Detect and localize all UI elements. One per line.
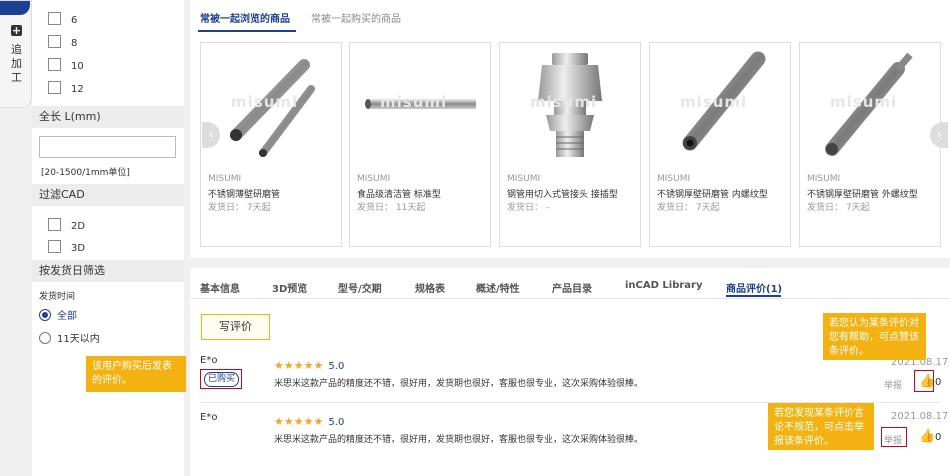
radio[interactable] [39, 332, 51, 344]
cad-section-title: 过滤CAD [32, 184, 184, 206]
plus-icon: + [11, 24, 22, 37]
product-image: misumi [650, 43, 790, 163]
checkbox[interactable] [48, 218, 61, 231]
tip-report: 若您发现某条评价言论不规范，可点击举报该条评价。 [768, 403, 874, 450]
length-hint: [20-1500/1mm单位] [41, 168, 130, 178]
active-tab-underline [198, 30, 296, 32]
side-tab-extra-processing[interactable]: + 追加工 [0, 0, 32, 108]
checkbox[interactable] [48, 81, 61, 94]
radio-selected[interactable] [39, 309, 51, 321]
highlight-like-button [914, 370, 934, 392]
thumbs-up-icon[interactable]: 👍 [919, 429, 935, 444]
tab-catalog[interactable]: 产品目录 [552, 280, 592, 295]
filter-panel: 6 8 10 12 全长 L(mm) [20-1500/1mm单位] 过滤CAD… [32, 0, 184, 476]
size-option-10[interactable]: 10 [48, 58, 84, 72]
size-option-6[interactable]: 6 [48, 12, 77, 26]
highlight-purchased-badge [200, 369, 242, 389]
checkbox[interactable] [48, 240, 61, 253]
write-review-button[interactable]: 写评价 [201, 314, 270, 340]
review-date: 2021.08.17 [891, 411, 949, 422]
ship-option-all[interactable]: 全部 [39, 307, 77, 322]
checkbox[interactable] [48, 12, 61, 25]
tab-viewed-together[interactable]: 常被一起浏览的商品 [200, 13, 290, 27]
like-count: 0 [935, 432, 942, 443]
checkbox[interactable] [48, 35, 61, 48]
active-tab-underline [726, 295, 781, 297]
tab-overview[interactable]: 概述/特性 [476, 280, 520, 295]
review-text: 米思米这款产品的精度还不错，很好用，发货期也很好，客服也很专业，这次采购体验很棒… [274, 435, 644, 445]
product-image: misumi [201, 43, 341, 163]
ship-option-11days[interactable]: 11天以内 [39, 330, 100, 345]
cad-option-3d[interactable]: 3D [48, 240, 85, 254]
tab-3d-preview[interactable]: 3D预览 [272, 280, 307, 295]
star-icon: ★★★★★ [274, 359, 324, 372]
product-image: misumi [350, 43, 490, 163]
product-card[interactable]: misumi MISUMI 食品级清洁管 标准型 发货日： 11天起 [349, 42, 491, 247]
product-card[interactable]: misumi MISUMI 不锈钢厚壁研磨管 内螺纹型 发货日： 7天起 [649, 42, 791, 247]
like-count: 0 [935, 377, 942, 388]
tab-model-delivery[interactable]: 型号/交期 [338, 280, 382, 295]
review-user: E*o [200, 412, 218, 423]
side-tab-topbar [0, 1, 30, 15]
product-image: misumi [800, 43, 940, 163]
review-text: 米思米这款产品的精度还不错，很好用，发货期也很好，客服也很专业，这次采购体验很棒… [274, 379, 644, 389]
tab-bought-together[interactable]: 常被一起购买的商品 [311, 13, 401, 27]
size-option-12[interactable]: 12 [48, 81, 84, 95]
checkbox[interactable] [48, 58, 61, 71]
related-products-panel: 常被一起浏览的商品 常被一起购买的商品 misumi MISUMI 不锈钢薄壁研… [190, 0, 950, 258]
report-link[interactable]: 举报 [884, 378, 902, 391]
tip-purchased: 该用户购买后发表的评价。 [86, 356, 186, 392]
tab-spec-table[interactable]: 规格表 [415, 280, 445, 295]
tip-helpful: 若您认为某条评价对您有帮助，可点赞该条评价。 [823, 313, 926, 360]
review-user: E*o [200, 355, 218, 366]
highlight-report-link [881, 427, 907, 447]
review-stars: ★★★★★ 5.0 [274, 359, 345, 372]
product-image: misumi [500, 43, 640, 163]
length-input[interactable] [39, 136, 176, 158]
product-card[interactable]: misumi MISUMI 钢管用切入式管接头 接插型 发货日： - [499, 42, 641, 247]
star-icon: ★★★★★ [274, 415, 324, 428]
cad-option-2d[interactable]: 2D [48, 218, 85, 232]
side-tab-label: 追加工 [11, 43, 22, 84]
tab-incad-library[interactable]: inCAD Library [625, 280, 703, 291]
ship-section-title: 按发货日筛选 [32, 260, 184, 282]
review-stars: ★★★★★ 5.0 [274, 415, 345, 428]
length-section-title: 全长 L(mm) [32, 106, 184, 128]
product-card[interactable]: misumi MISUMI 不锈钢薄壁研磨管 发货日： 7天起 [200, 42, 342, 247]
product-card[interactable]: misumi MISUMI 不锈钢厚壁研磨管 外螺纹型 发货日： 7天起 [799, 42, 941, 247]
tab-divider [190, 298, 950, 299]
size-option-8[interactable]: 8 [48, 35, 77, 49]
ship-subtitle: 发货时间 [39, 292, 76, 302]
tab-reviews[interactable]: 商品评价(1) [726, 280, 782, 295]
tab-basic-info[interactable]: 基本信息 [200, 280, 240, 295]
